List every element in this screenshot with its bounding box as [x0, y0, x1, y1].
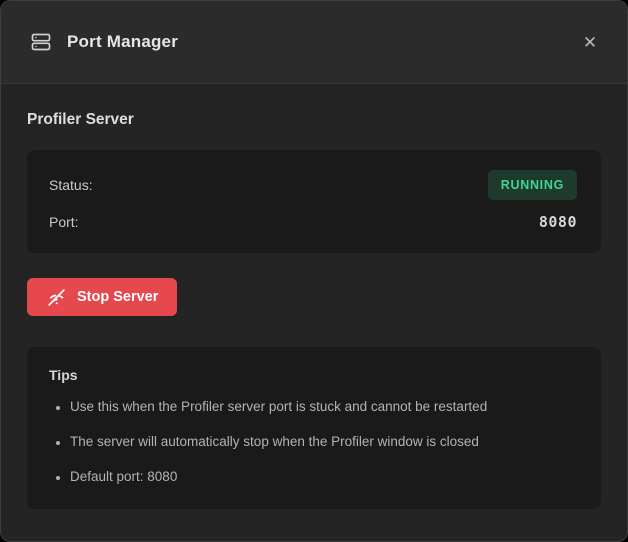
port-row: Port: 8080	[49, 211, 577, 232]
status-row: Status: RUNNING	[49, 169, 577, 200]
plug-disconnected-icon	[46, 287, 67, 308]
port-value: 8080	[539, 213, 577, 231]
port-label: Port:	[49, 214, 79, 230]
status-badge: RUNNING	[488, 170, 577, 200]
status-panel: Status: RUNNING Port: 8080	[27, 150, 601, 253]
tip-item: Default port: 8080	[70, 468, 577, 485]
tips-title: Tips	[49, 367, 577, 383]
titlebar: Port Manager ✕	[1, 1, 627, 84]
stop-server-button[interactable]: Stop Server	[27, 278, 177, 316]
tips-list: Use this when the Profiler server port i…	[49, 398, 577, 485]
section-heading: Profiler Server	[27, 111, 601, 129]
port-manager-dialog: Port Manager ✕ Profiler Server Status: R…	[0, 0, 628, 542]
close-icon[interactable]: ✕	[575, 27, 605, 57]
status-label: Status:	[49, 177, 93, 193]
dialog-content: Profiler Server Status: RUNNING Port: 80…	[1, 111, 627, 509]
tip-item: Use this when the Profiler server port i…	[70, 398, 577, 415]
stop-server-label: Stop Server	[77, 289, 158, 305]
server-stack-icon	[29, 30, 53, 54]
window-title: Port Manager	[67, 32, 178, 52]
tips-panel: Tips Use this when the Profiler server p…	[27, 347, 601, 509]
tip-item: The server will automatically stop when …	[70, 433, 577, 450]
